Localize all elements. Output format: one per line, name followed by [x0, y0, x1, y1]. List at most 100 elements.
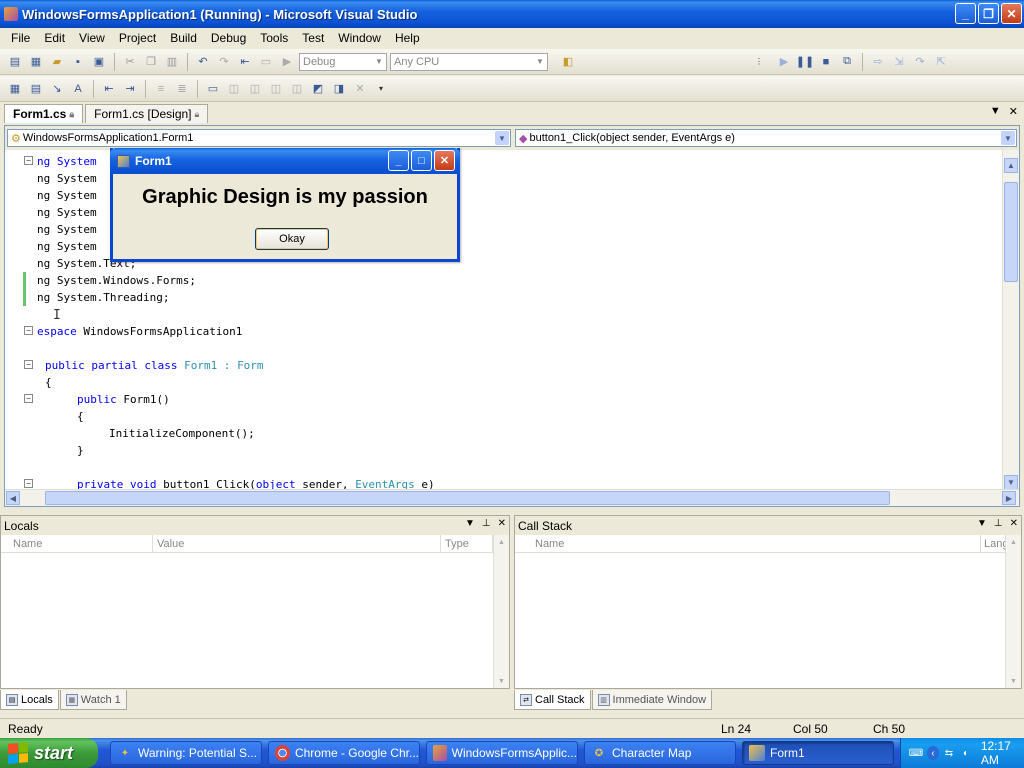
open-file-icon[interactable]: ▰: [48, 53, 66, 71]
previous-bookmark-document-icon[interactable]: ◩: [309, 80, 327, 98]
toolbar-overflow-icon[interactable]: ⋮: [750, 53, 768, 71]
class-selector[interactable]: ⚙ WindowsFormsApplication1.Form1 ▼: [7, 129, 511, 147]
toolbar-options-icon[interactable]: ▾: [372, 80, 390, 98]
close-icon[interactable]: ✕: [498, 518, 506, 529]
next-bookmark-document-icon[interactable]: ◨: [330, 80, 348, 98]
column-value[interactable]: Value: [153, 535, 441, 552]
column-name[interactable]: Name: [515, 535, 981, 552]
decrease-indent-icon[interactable]: ⇤: [100, 80, 118, 98]
editor-vertical-scrollbar[interactable]: ▲ ▼: [1002, 150, 1019, 490]
locals-scrollbar[interactable]: ▲ ▼: [493, 535, 509, 688]
add-item-icon[interactable]: ▦: [27, 53, 45, 71]
column-language[interactable]: Langu: [981, 535, 1007, 552]
tab-immediate-window[interactable]: ▥ Immediate Window: [591, 690, 713, 710]
save-all-icon[interactable]: ▣: [90, 53, 108, 71]
scroll-down-icon[interactable]: ▼: [1004, 475, 1018, 490]
volume-icon[interactable]: ◖: [959, 746, 971, 760]
window-position-icon[interactable]: ▼: [977, 518, 987, 529]
clear-bookmarks-icon[interactable]: ✕: [351, 80, 369, 98]
form1-titlebar[interactable]: Form1 _ □ ✕: [110, 148, 460, 174]
show-hidden-icons-icon[interactable]: ‹: [927, 746, 939, 760]
scroll-right-icon[interactable]: ▶: [1002, 491, 1016, 505]
menu-view[interactable]: View: [72, 31, 112, 45]
menu-edit[interactable]: Edit: [37, 31, 72, 45]
taskbar-item-form1[interactable]: Form1: [742, 741, 894, 765]
close-icon[interactable]: ✕: [1010, 518, 1018, 529]
tab-call-stack[interactable]: ⇄ Call Stack: [514, 690, 591, 710]
break-all-icon[interactable]: ❚❚: [796, 53, 814, 71]
start-debugging-icon[interactable]: ▶: [278, 53, 296, 71]
step-out-icon[interactable]: ⇱: [932, 53, 950, 71]
uncomment-icon[interactable]: ≣: [173, 80, 191, 98]
menu-file[interactable]: File: [4, 31, 37, 45]
quick-info-icon[interactable]: ↘: [48, 80, 66, 98]
redo-icon[interactable]: ↷: [215, 53, 233, 71]
close-button[interactable]: ✕: [434, 150, 455, 171]
comment-icon[interactable]: ≡: [152, 80, 170, 98]
scroll-up-icon[interactable]: ▲: [1006, 535, 1021, 549]
menu-debug[interactable]: Debug: [204, 31, 253, 45]
menu-project[interactable]: Project: [112, 31, 163, 45]
navigate-forward-icon[interactable]: ▭: [257, 53, 275, 71]
object-browser-icon[interactable]: ▦: [6, 80, 24, 98]
column-name[interactable]: Name: [1, 535, 153, 552]
collapse-toggle[interactable]: −: [24, 360, 33, 369]
step-into-icon[interactable]: ⇲: [890, 53, 908, 71]
collapse-toggle[interactable]: −: [24, 394, 33, 403]
scroll-down-icon[interactable]: ▼: [1006, 674, 1021, 688]
editor-horizontal-scrollbar[interactable]: ◀ ▶: [5, 489, 1019, 506]
undo-icon[interactable]: ↶: [194, 53, 212, 71]
show-next-statement-icon[interactable]: ⇨: [869, 53, 887, 71]
scroll-thumb[interactable]: [1004, 182, 1018, 282]
tab-form1-design[interactable]: Form1.cs [Design] 🔒︎: [85, 104, 209, 123]
increase-indent-icon[interactable]: ⇥: [121, 80, 139, 98]
keyboard-icon[interactable]: ⌨: [909, 746, 923, 760]
start-button[interactable]: start: [0, 738, 98, 768]
tab-locals[interactable]: ▤ Locals: [0, 690, 59, 710]
collapse-toggle[interactable]: −: [24, 479, 33, 488]
solution-configuration-select[interactable]: Debug ▼: [299, 52, 387, 71]
scroll-left-icon[interactable]: ◀: [6, 491, 20, 505]
tab-form1-cs[interactable]: Form1.cs 🔒︎: [4, 104, 84, 123]
window-titlebar[interactable]: WindowsFormsApplication1 (Running) - Mic…: [0, 0, 1024, 28]
menu-window[interactable]: Window: [331, 31, 388, 45]
taskbar-item-visual-studio[interactable]: WindowsFormsApplic...: [426, 741, 578, 765]
collapse-toggle[interactable]: −: [24, 156, 33, 165]
minimize-button[interactable]: _: [955, 3, 976, 24]
new-project-icon[interactable]: ▤: [6, 53, 24, 71]
maximize-button[interactable]: □: [411, 150, 432, 171]
scroll-down-icon[interactable]: ▼: [494, 674, 509, 688]
tab-watch-1[interactable]: ▦ Watch 1: [59, 690, 127, 710]
pin-icon[interactable]: ⊥: [994, 518, 1003, 529]
complete-word-icon[interactable]: A: [69, 80, 87, 98]
column-type[interactable]: Type: [441, 535, 493, 552]
toggle-bookmark-icon[interactable]: ▭: [204, 80, 222, 98]
scroll-up-icon[interactable]: ▲: [1004, 158, 1018, 173]
call-stack-scrollbar[interactable]: ▲ ▼: [1005, 535, 1021, 688]
taskbar-item-chrome[interactable]: Chrome - Google Chr...: [268, 741, 420, 765]
step-over-icon[interactable]: ↷: [911, 53, 929, 71]
next-bookmark-icon[interactable]: ◫: [246, 80, 264, 98]
window-position-icon[interactable]: ▼: [465, 518, 475, 529]
member-selector[interactable]: ◆ button1_Click(object sender, EventArgs…: [515, 129, 1017, 147]
okay-button[interactable]: Okay: [255, 228, 329, 250]
find-in-files-icon[interactable]: ◧: [559, 53, 577, 71]
paste-icon[interactable]: ▥: [163, 53, 181, 71]
stop-debugging-icon[interactable]: ■: [817, 53, 835, 71]
pin-icon[interactable]: ⊥: [482, 518, 491, 529]
menu-help[interactable]: Help: [388, 31, 427, 45]
minimize-button[interactable]: _: [388, 150, 409, 171]
scroll-up-icon[interactable]: ▲: [494, 535, 509, 549]
next-bookmark-folder-icon[interactable]: ◫: [288, 80, 306, 98]
menu-build[interactable]: Build: [163, 31, 204, 45]
previous-bookmark-folder-icon[interactable]: ◫: [267, 80, 285, 98]
restart-icon[interactable]: ⧉: [838, 53, 856, 71]
continue-icon[interactable]: ▶: [775, 53, 793, 71]
network-icon[interactable]: ⇆: [943, 746, 955, 760]
close-document-icon[interactable]: ✕: [1009, 105, 1018, 118]
close-button[interactable]: ✕: [1001, 3, 1022, 24]
copy-icon[interactable]: ❐: [142, 53, 160, 71]
cut-icon[interactable]: ✂: [121, 53, 139, 71]
taskbar-item-character-map[interactable]: ✪ Character Map: [584, 741, 736, 765]
save-icon[interactable]: ▪: [69, 53, 87, 71]
